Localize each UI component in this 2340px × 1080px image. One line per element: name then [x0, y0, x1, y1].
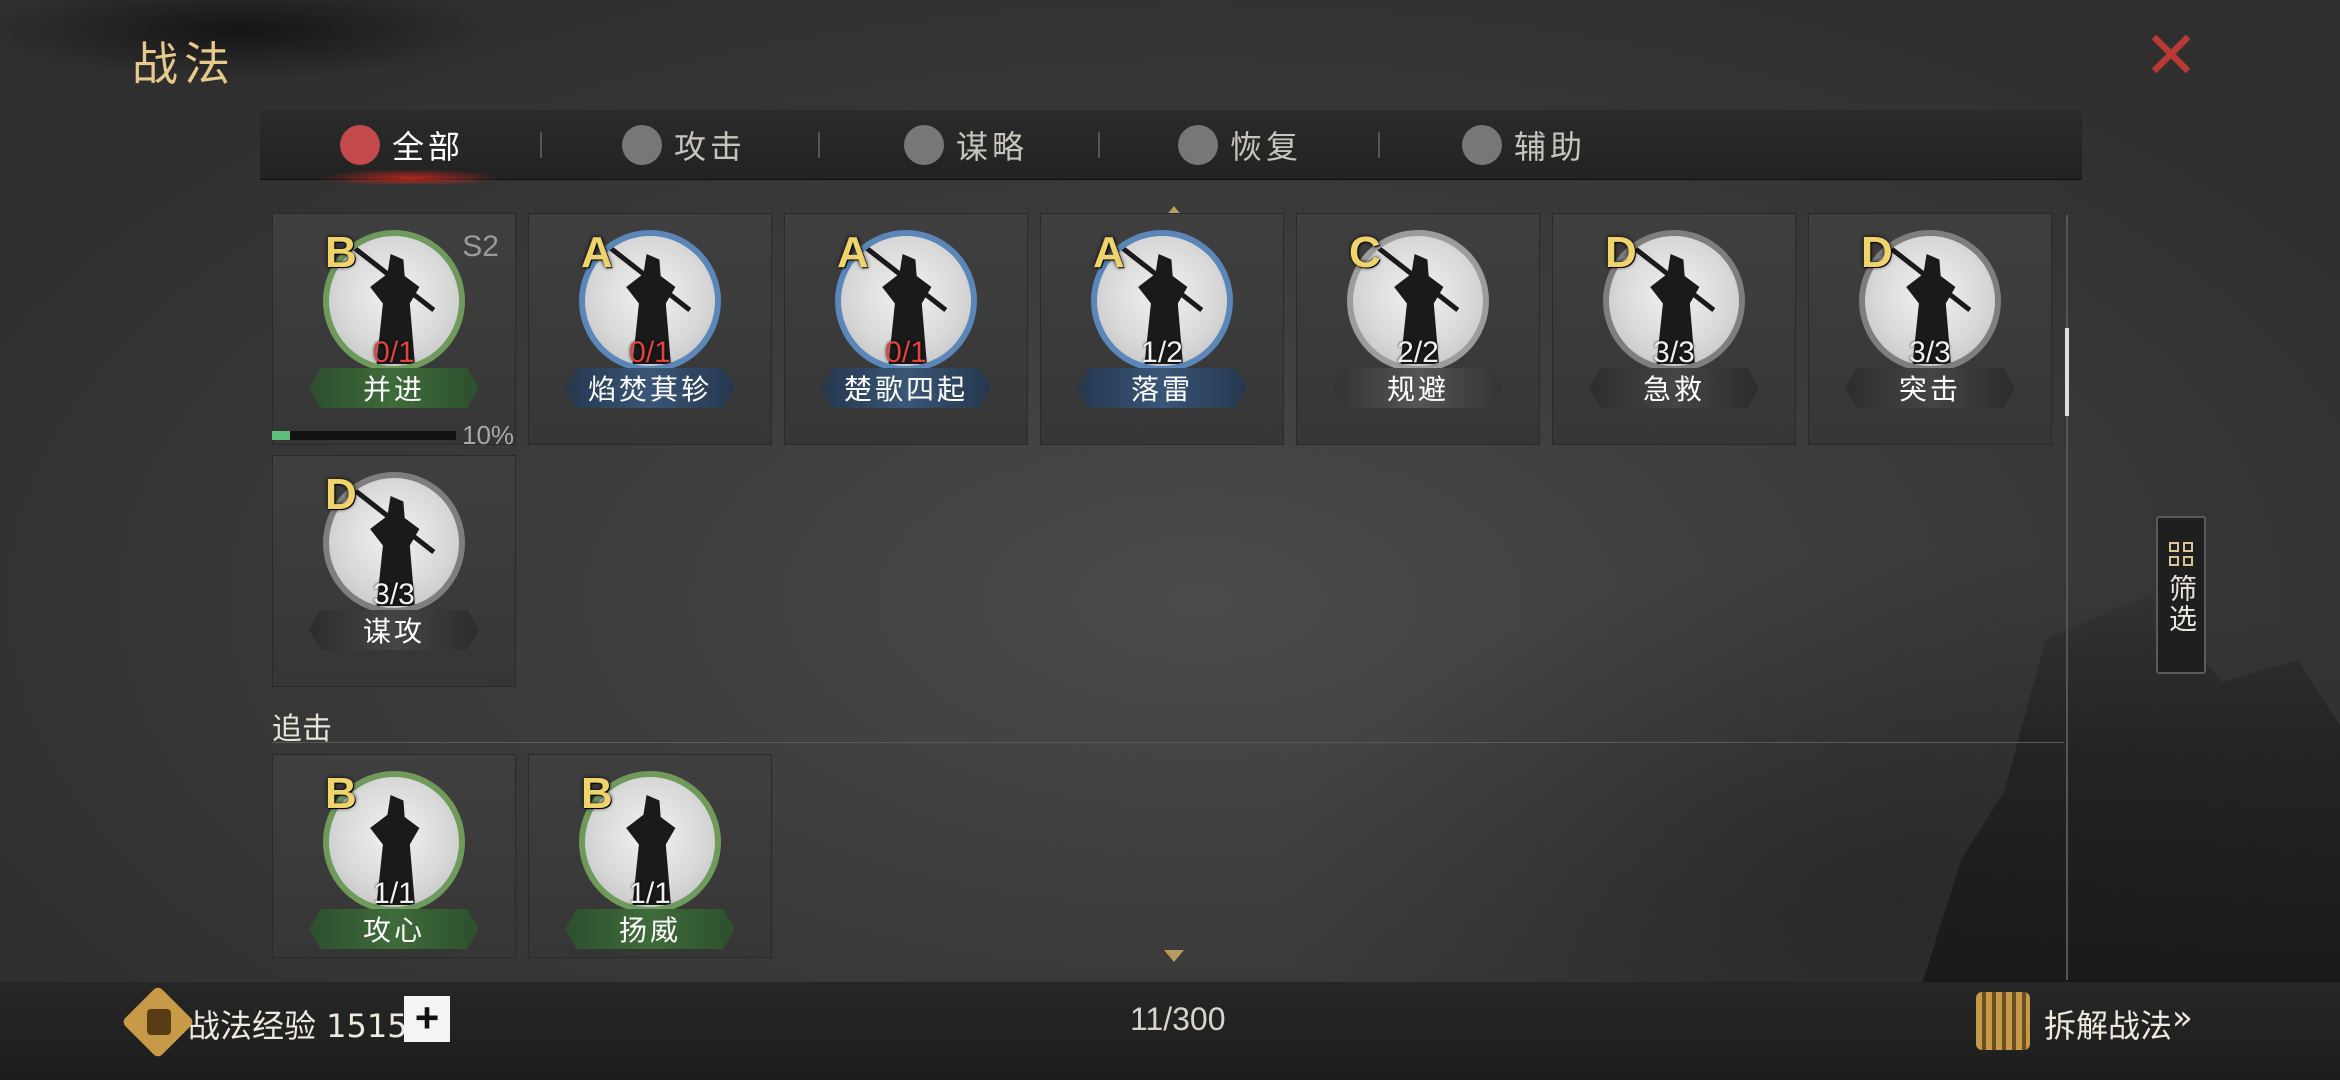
grade-badge: A: [1093, 228, 1125, 277]
tactic-name: 规避: [1333, 368, 1503, 408]
season-tag: S2: [462, 230, 499, 263]
close-icon: ✕: [2143, 17, 2199, 94]
tactic-name: 突击: [1845, 368, 2015, 408]
usage-count: 0/1: [373, 336, 415, 369]
filter-label: 筛选: [2165, 574, 2198, 634]
usage-count: 0/1: [885, 336, 927, 369]
tactic-name: 落雷: [1077, 368, 1247, 408]
tactic-name: 攻心: [309, 909, 479, 949]
section-divider: [272, 742, 2064, 743]
progress-percent: 10%: [462, 420, 515, 450]
tactic-name: 急救: [1589, 368, 1759, 408]
grade-badge: D: [1605, 228, 1637, 277]
healing-icon: [1178, 125, 1218, 165]
fist-icon: [147, 1009, 171, 1035]
tactic-exp-label: 战法经验 1515: [188, 1007, 408, 1045]
filter-button[interactable]: 筛选: [2156, 516, 2206, 674]
tab-all[interactable]: 全部: [340, 110, 464, 180]
grade-badge: B: [325, 769, 357, 818]
progress-track: [272, 431, 456, 440]
mountain-horseman-backdrop: [1920, 594, 2340, 990]
scroll-down-arrow-icon[interactable]: [1164, 950, 1184, 962]
usage-count: 3/3: [1909, 336, 1951, 369]
pouch-icon: [1462, 125, 1502, 165]
grade-badge: A: [837, 228, 869, 277]
grade-badge: C: [1349, 228, 1381, 277]
grade-badge: A: [581, 228, 613, 277]
usage-count: 0/1: [629, 336, 671, 369]
tactic-card[interactable]: B S2 0/1 并进: [272, 213, 516, 445]
tab-label: 恢复: [1230, 128, 1303, 166]
tab-support[interactable]: 辅助: [1462, 110, 1586, 180]
crossed-swords-icon: [622, 125, 662, 165]
tactic-card[interactable]: B 1/1 扬威: [528, 754, 772, 958]
close-button[interactable]: ✕: [2143, 23, 2199, 89]
tactic-name: 楚歌四起: [821, 368, 991, 408]
usage-count: 3/3: [1653, 336, 1695, 369]
tab-divider: [540, 132, 542, 158]
tactic-card[interactable]: A 1/2 落雷: [1040, 213, 1284, 445]
scrollbar-thumb[interactable]: [2065, 328, 2069, 416]
double-chevron-right-icon[interactable]: »: [2172, 998, 2193, 1038]
dismantle-icon[interactable]: [1976, 992, 2030, 1050]
tab-recovery[interactable]: 恢复: [1178, 110, 1302, 180]
grade-badge: D: [1861, 228, 1893, 277]
usage-count: 1/1: [373, 877, 415, 910]
tab-label: 辅助: [1514, 128, 1587, 166]
tactic-capacity: 11/300: [1130, 1001, 1226, 1037]
tab-label: 攻击: [674, 128, 747, 166]
tactic-name: 并进: [309, 368, 479, 408]
tab-bar: 全部 攻击 谋略 恢复 辅助: [260, 110, 2082, 184]
learning-progress: 10%: [272, 420, 522, 450]
grade-badge: D: [325, 470, 357, 519]
tab-label: 全部: [392, 128, 465, 166]
tactic-card[interactable]: D 3/3 急救: [1552, 213, 1796, 445]
grade-badge: B: [325, 228, 357, 277]
tab-attack[interactable]: 攻击: [622, 110, 746, 180]
tactic-card[interactable]: D 3/3 突击: [1808, 213, 2052, 445]
tab-label: 谋略: [956, 128, 1029, 166]
add-exp-button[interactable]: +: [404, 996, 450, 1042]
tab-divider: [818, 132, 820, 158]
tactic-card[interactable]: B 1/1 攻心: [272, 754, 516, 958]
usage-count: 2/2: [1397, 336, 1439, 369]
dismantle-tactics-button[interactable]: 拆解战法: [2044, 1001, 2172, 1047]
tactic-name: 扬威: [565, 909, 735, 949]
tactic-name: 谋攻: [309, 610, 479, 650]
tab-divider: [1378, 132, 1380, 158]
grade-badge: B: [581, 769, 613, 818]
tactic-card[interactable]: A 0/1 楚歌四起: [784, 213, 1028, 445]
fan-icon: [904, 125, 944, 165]
tab-strategy[interactable]: 谋略: [904, 110, 1028, 180]
tactic-card[interactable]: C 2/2 规避: [1296, 213, 1540, 445]
tactic-card[interactable]: A 0/1 焰焚萁轸: [528, 213, 772, 445]
usage-count: 3/3: [373, 578, 415, 611]
page-title: 战法: [132, 37, 236, 91]
tab-divider: [1098, 132, 1100, 158]
usage-count: 1/1: [629, 877, 671, 910]
tactic-name: 焰焚萁轸: [565, 368, 735, 408]
progress-fill: [272, 431, 291, 440]
all-scrolls-icon: [340, 125, 380, 165]
grid-filter-icon: [2169, 542, 2193, 566]
usage-count: 1/2: [1141, 336, 1183, 369]
tactic-card[interactable]: D 3/3 谋攻: [272, 455, 516, 687]
